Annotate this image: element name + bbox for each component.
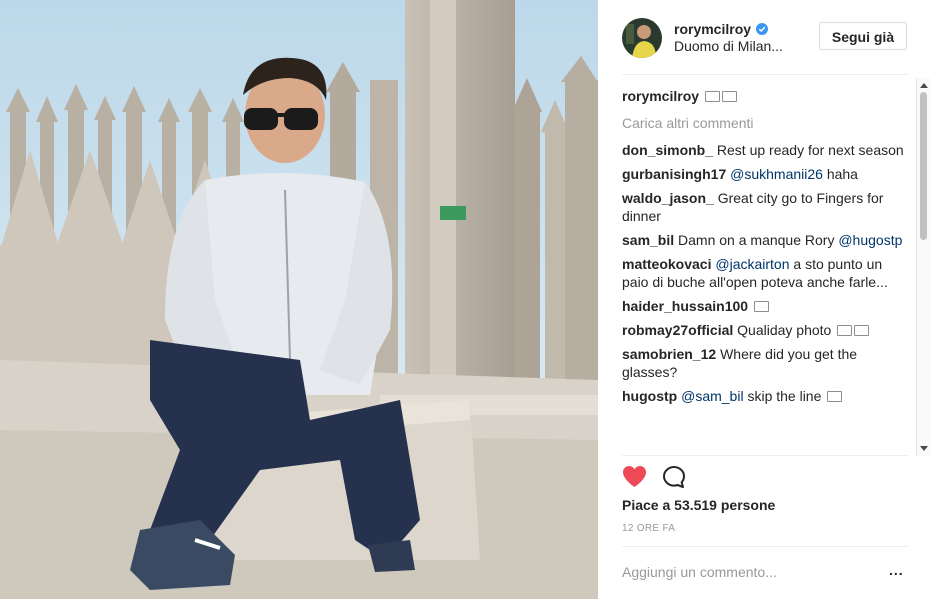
photo-image [0, 0, 598, 599]
comment-username[interactable]: matteokovaci [622, 256, 711, 272]
comment-mention[interactable]: @hugostp [838, 232, 902, 248]
comment-username[interactable]: waldo_jason_ [622, 190, 714, 206]
emoji-icon [704, 91, 720, 102]
comment-item: sam_bil Damn on a manque Rory @hugostp [622, 231, 912, 249]
post-header: rorymcilroy Duomo di Milan... Segui già [598, 0, 931, 75]
comment-text: skip the line [747, 388, 822, 404]
header-divider [622, 74, 909, 75]
actions-divider [622, 455, 909, 456]
following-button[interactable]: Segui già [819, 22, 907, 50]
emoji-icon [837, 325, 853, 336]
caption-username[interactable]: rorymcilroy [622, 88, 699, 104]
avatar[interactable] [622, 18, 662, 58]
comment-text: Rest up ready for next season [716, 142, 904, 158]
load-more-comments-link[interactable]: Carica altri commenti [622, 114, 912, 132]
emoji-icon [854, 325, 870, 336]
emoji-icon [753, 301, 769, 312]
location-link[interactable]: Duomo di Milan... [674, 38, 783, 54]
comment-username[interactable]: sam_bil [622, 232, 674, 248]
username-row: rorymcilroy [674, 21, 769, 37]
comment-username[interactable]: hugostp [622, 388, 677, 404]
caption: rorymcilroy [622, 87, 912, 105]
comment-username[interactable]: haider_hussain100 [622, 298, 748, 314]
comment-text: Qualiday photo [737, 322, 832, 338]
emoji-icon [827, 391, 843, 402]
comment-username[interactable]: don_simonb_ [622, 142, 713, 158]
comment-item: matteokovaci @jackairton a sto punto un … [622, 255, 912, 291]
comment-text: haha [826, 166, 858, 182]
comment-box-divider [622, 546, 909, 547]
post-timestamp[interactable]: 12 ORE FA [622, 523, 675, 534]
post-photo[interactable] [0, 0, 598, 599]
comment-item: robmay27official Qualiday photo [622, 321, 912, 339]
comment-mention[interactable]: @jackairton [715, 256, 789, 272]
comment-item: haider_hussain100 [622, 297, 912, 315]
comment-item: don_simonb_ Rest up ready for next seaso… [622, 141, 912, 159]
more-options-icon[interactable]: ... [889, 562, 904, 578]
comment-item: waldo_jason_ Great city go to Fingers fo… [622, 189, 912, 225]
post-sidebar: rorymcilroy Duomo di Milan... Segui già … [598, 0, 931, 599]
speech-bubble-icon[interactable] [662, 465, 686, 489]
comment-mention[interactable]: @sam_bil [681, 388, 743, 404]
comment-username[interactable]: robmay27official [622, 322, 733, 338]
comment-item: hugostp @sam_bil skip the line [622, 387, 912, 405]
add-comment-input[interactable]: Aggiungi un commento... [622, 564, 777, 580]
comments-scrollbar[interactable] [916, 78, 931, 456]
scroll-up-arrow-icon[interactable] [920, 83, 928, 88]
username-link[interactable]: rorymcilroy [674, 21, 751, 37]
comments-list: rorymcilroy Carica altri commenti don_si… [622, 87, 912, 454]
comment-mention[interactable]: @sukhmanii26 [730, 166, 823, 182]
heart-icon[interactable] [622, 465, 647, 488]
likes-count[interactable]: Piace a 53.519 persone [622, 497, 775, 513]
verified-badge-icon [756, 23, 769, 35]
comment-item: samobrien_12 Where did you get the glass… [622, 345, 912, 381]
comment-username[interactable]: gurbanisingh17 [622, 166, 726, 182]
comment-text: Damn on a manque Rory [678, 232, 835, 248]
scrollbar-thumb[interactable] [920, 92, 927, 240]
comment-username[interactable]: samobrien_12 [622, 346, 716, 362]
emoji-icon [721, 91, 737, 102]
scroll-down-arrow-icon[interactable] [920, 446, 928, 451]
comment-item: gurbanisingh17 @sukhmanii26 haha [622, 165, 912, 183]
